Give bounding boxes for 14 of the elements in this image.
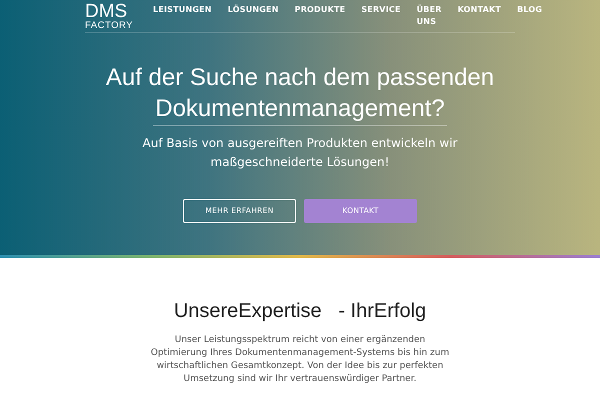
hero-title: Dokumentenmanagement? [153, 93, 447, 126]
nav-link[interactable]: ÜBER UNS [416, 4, 442, 28]
nav-link[interactable]: PRODUKTE [294, 4, 346, 28]
nav-link[interactable]: LEISTUNGEN [153, 4, 212, 28]
section-title: UnsereExpertise - IhrErfolg [174, 299, 426, 324]
nav-link[interactable]: LÖSUNGEN [228, 4, 279, 28]
nav-link[interactable]: SERVICE [361, 4, 401, 28]
logo-text[interactable]: DMS [85, 2, 134, 21]
nav-link[interactable]: BLOG [517, 4, 542, 28]
logo-text[interactable]: FACTORY [85, 20, 134, 30]
hero-title: Auf der Suche nach dem passenden [106, 63, 494, 93]
section-text: Unser Leistungsspektrum reicht von einer ergänzenden Optimierung Ihres Dokumentenmanagement-Systems bis hin zum wirtschaftlichen Gesamtkonzept. Von der Idee bis zur perfekten Umsetzung sind wir Ihr vertrauenswürdiger Partner. [150, 334, 450, 386]
hero-subtitle: Auf Basis von ausgereiften Produkten entwickeln wir maßgeschneiderte Lösungen! [142, 135, 458, 171]
nav-link[interactable]: KONTAKT [458, 4, 502, 28]
